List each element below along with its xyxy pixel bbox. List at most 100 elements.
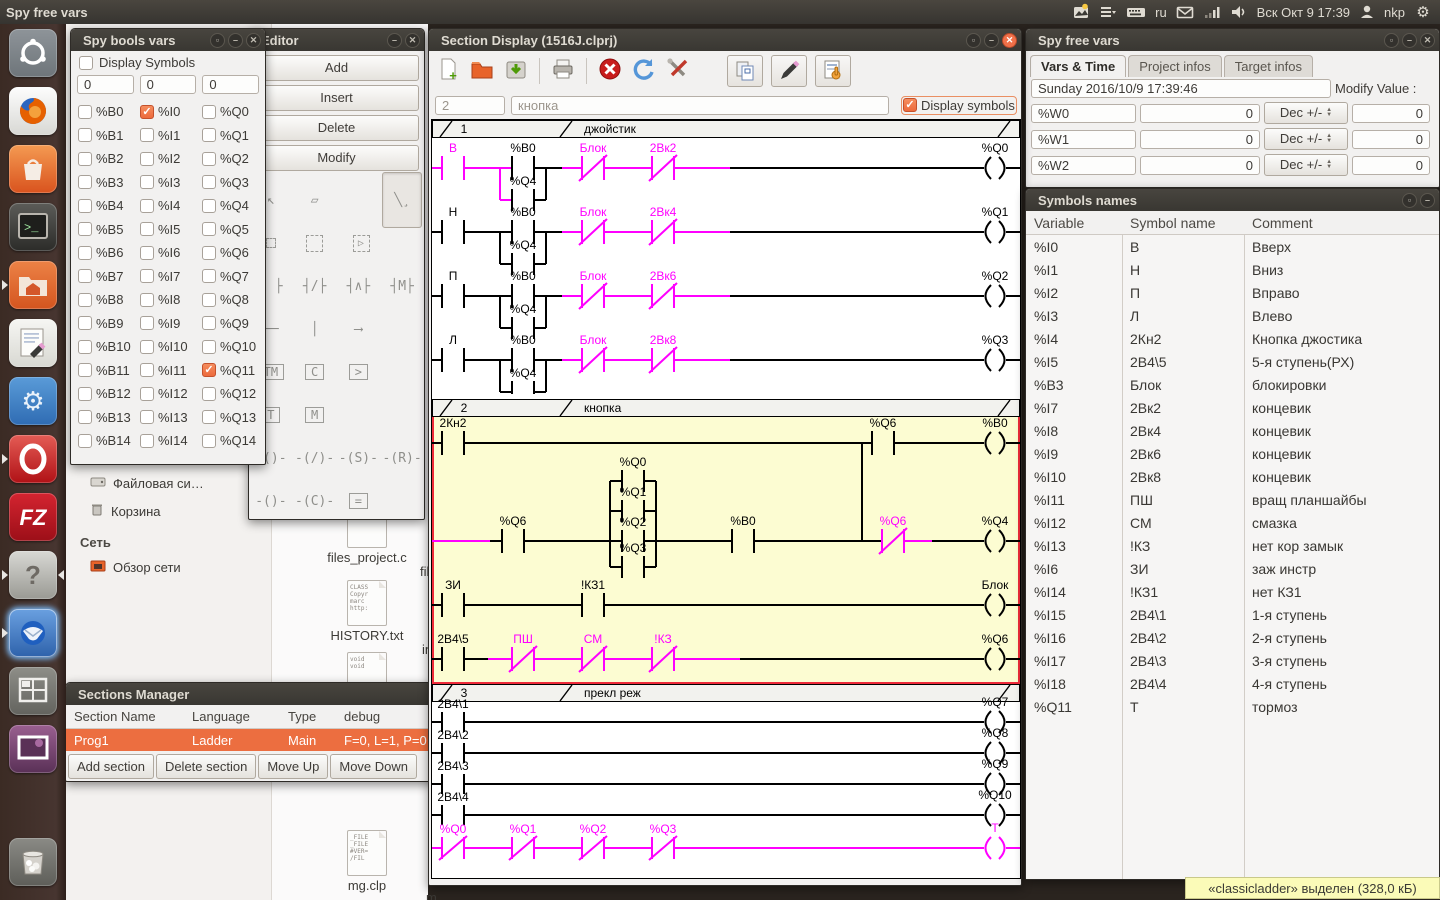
screenshot-icon[interactable] (9, 725, 57, 773)
keyboard-layout-label[interactable]: ru (1155, 5, 1167, 20)
restore-icon[interactable]: ▫ (210, 32, 225, 48)
var-checkbox-%Q1[interactable] (202, 128, 216, 143)
eraser-tool-icon[interactable]: ▱ (293, 181, 337, 219)
symbol-row[interactable]: %Q11 Ттормоз (1026, 695, 1439, 718)
symbol-row[interactable]: %I10 2Вк8 концевик (1026, 465, 1439, 488)
var-checkbox-%B1[interactable] (78, 128, 92, 143)
close-icon[interactable]: ✕ (1002, 32, 1017, 48)
ladder-rung-2[interactable]: 2 кнопка 2Кн2 %Q6 %B0 %Q6 %Q0 %Q1 %Q2 %Q3 %B0 %Q6 %Q… (432, 399, 1020, 684)
var-checkbox-%Q6[interactable] (202, 245, 216, 260)
offset-input-2[interactable]: 0 (202, 75, 260, 94)
var-checkbox-%B5[interactable] (78, 222, 92, 237)
var-checkbox-%I10[interactable] (140, 339, 154, 354)
var-checkbox-%B7[interactable] (78, 269, 92, 284)
var-name-field[interactable]: %W2 (1031, 155, 1136, 175)
symbol-row[interactable]: %I13 !КЗ нет кор замык (1026, 534, 1439, 557)
tab-project-infos[interactable]: Project infos (1128, 55, 1222, 77)
modify-value-field[interactable]: 0 (1352, 155, 1430, 175)
var-checkbox-%I3[interactable] (140, 175, 154, 190)
modify-value-field[interactable]: 0 (1352, 103, 1430, 123)
restore-icon[interactable]: ▫ (966, 32, 981, 48)
minimize-icon[interactable]: – (984, 32, 999, 48)
rung-number-field[interactable]: 2 (435, 95, 505, 115)
vline-icon[interactable]: │ (293, 310, 337, 348)
var-checkbox-%Q9[interactable] (202, 316, 216, 331)
session-menu-icon[interactable] (1099, 3, 1117, 21)
thunderbird-icon[interactable] (2, 609, 57, 657)
var-checkbox-%B0[interactable] (78, 104, 92, 119)
var-checkbox-%I11[interactable] (140, 363, 154, 378)
column-header[interactable]: debug (336, 709, 432, 724)
coil-not-icon[interactable]: -(/)- (293, 439, 337, 477)
display-symbols-checkbox[interactable]: ✓ (903, 98, 917, 112)
print-icon[interactable] (550, 56, 576, 87)
var-checkbox-%Q11[interactable]: ✓ (202, 363, 216, 378)
symbol-row[interactable]: %I0 В Вверх (1026, 235, 1439, 258)
symbol-row[interactable]: %I9 2Вк6 концевик (1026, 442, 1439, 465)
var-checkbox-%I5[interactable] (140, 222, 154, 237)
ladder-rung-3[interactable]: 3 прекл реж 2В4\1 %Q7 2В4\2 %Q8 2В4\3 %Q9 2В4\4%… (432, 684, 1020, 871)
spy-free-vars-titlebar[interactable]: Spy free vars ▫ – ✕ (1026, 29, 1439, 51)
opera-icon[interactable] (2, 435, 57, 483)
text-editor-icon[interactable] (9, 319, 57, 367)
signal-icon[interactable] (1203, 3, 1221, 21)
home-folder-icon[interactable] (2, 261, 57, 309)
arrow-right-icon[interactable]: ⟶ (337, 310, 381, 348)
workspace-switcher-icon[interactable] (9, 667, 57, 715)
symbol-row[interactable]: %I18 2В4\4 4-я ступень (1026, 672, 1439, 695)
keyboard-icon[interactable] (1126, 3, 1146, 21)
coil-reset-icon[interactable]: -(R)- (380, 439, 424, 477)
symbol-row[interactable]: %I6 ЗИ заж инстр (1026, 557, 1439, 580)
select-move-icon[interactable]: ▷ (337, 224, 381, 262)
var-checkbox-%I4[interactable] (140, 198, 154, 213)
coil-set-icon[interactable]: -(S)- (337, 439, 381, 477)
ladder-area[interactable]: 1 джойстик В %B0 Блок 2Вк2 %Q4 %Q0 Н %B0 Блок 2Вк4%… (431, 119, 1021, 879)
sidebar-item-network-browse[interactable]: Обзор сети (66, 554, 271, 581)
symbol-row[interactable]: %I11 ПШ вращ планшайбы (1026, 488, 1439, 511)
section-display-titlebar[interactable]: Section Display (1516J.clprj) ▫ – ✕ (429, 29, 1021, 51)
minimize-icon[interactable]: – (228, 32, 243, 48)
editor-titlebar[interactable]: Editor – ✕ (249, 29, 424, 51)
delete-button[interactable]: Delete (254, 115, 419, 141)
user-icon[interactable] (1359, 3, 1375, 21)
display-format-dropdown[interactable]: Dec +/- ▲ ▼ (1264, 154, 1348, 176)
var-checkbox-%B6[interactable] (78, 245, 92, 260)
column-header[interactable]: Language (184, 709, 280, 724)
terminal-icon[interactable]: >_ (9, 203, 57, 251)
column-header[interactable]: Variable (1034, 215, 1084, 231)
new-file-icon[interactable]: + (435, 56, 461, 87)
software-center-icon[interactable] (9, 145, 57, 193)
var-checkbox-%I7[interactable] (140, 269, 154, 284)
symbol-row[interactable]: %I7 2Вк2 концевик (1026, 396, 1439, 419)
symbol-row[interactable]: %I17 2В4\3 3-я ступень (1026, 649, 1439, 672)
mail-icon[interactable] (1176, 3, 1194, 21)
delete-section-button[interactable]: Delete section (155, 754, 257, 779)
var-checkbox-%Q7[interactable] (202, 269, 216, 284)
var-checkbox-%Q2[interactable] (202, 151, 216, 166)
photos-indicator-icon[interactable] (1072, 3, 1090, 21)
var-checkbox-%Q10[interactable] (202, 339, 216, 354)
symbol-row[interactable]: %I16 2В4\2 2-я ступень (1026, 626, 1439, 649)
close-icon[interactable]: ✕ (405, 32, 420, 48)
move-up-button[interactable]: Move Up (258, 754, 329, 779)
filezilla-icon[interactable]: FZ (9, 493, 57, 541)
symbol-row[interactable]: %I8 2Вк4 концевик (1026, 419, 1439, 442)
var-checkbox-%I14[interactable] (140, 433, 154, 448)
dash-home-icon[interactable] (9, 29, 57, 77)
var-checkbox-%B4[interactable] (78, 198, 92, 213)
contact-falling-icon[interactable]: ┤M├ (380, 267, 424, 305)
cancel-icon[interactable] (597, 56, 623, 87)
trash-icon[interactable] (9, 838, 57, 886)
user-name-label[interactable]: nkp (1384, 5, 1405, 20)
selector-hand-icon[interactable] (815, 55, 851, 87)
var-name-field[interactable]: %W0 (1031, 103, 1136, 123)
compare-block-icon[interactable]: > (337, 353, 381, 391)
window-resize-strip[interactable] (429, 877, 1021, 885)
clock-label[interactable]: Вск Окт 9 17:39 (1257, 5, 1350, 20)
firefox-icon[interactable] (9, 87, 57, 135)
var-checkbox-%I8[interactable] (140, 292, 154, 307)
counter-block-icon[interactable]: C (293, 353, 337, 391)
var-checkbox-%Q12[interactable] (202, 386, 216, 401)
modify-pencil-icon[interactable] (771, 55, 807, 87)
operate-block-icon[interactable]: = (337, 482, 381, 520)
